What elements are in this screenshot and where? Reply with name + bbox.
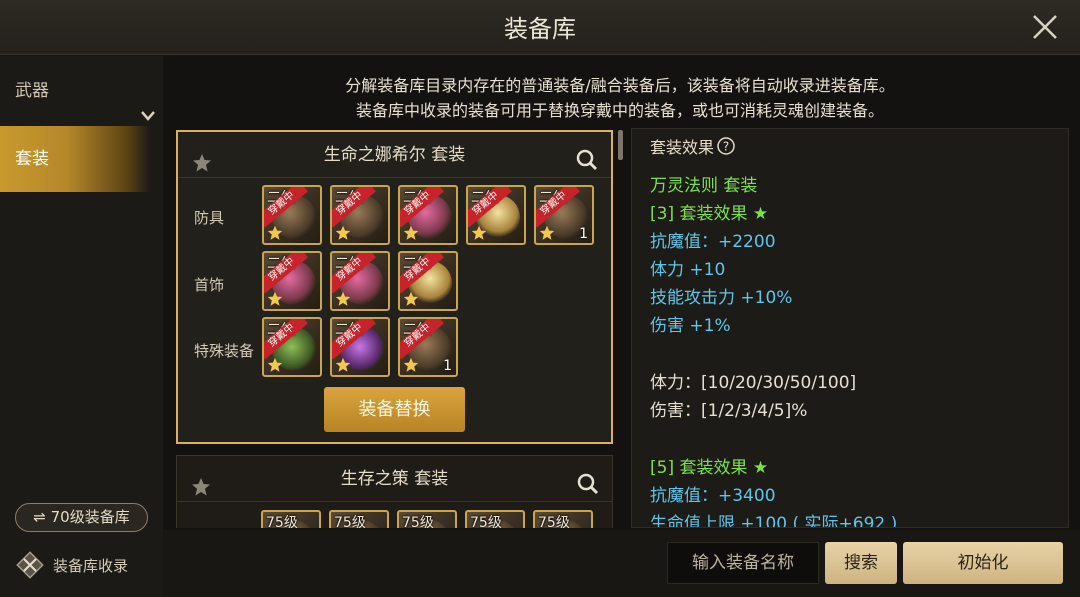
svg-text:?: ?	[723, 140, 729, 154]
set-card[interactable]: 生存之策 套装 75级 75级 75级 75级 75级	[176, 455, 613, 528]
search-icon[interactable]	[575, 144, 599, 190]
equipment-slot[interactable]: 二级穿戴中	[330, 251, 390, 311]
equip-swap-button[interactable]: 装备替换	[324, 387, 465, 432]
window-title: 装备库	[504, 15, 576, 43]
sidebar-item-set[interactable]: 套装	[0, 126, 150, 192]
stat-line: 抗魔值：+3400	[650, 486, 776, 506]
set-list[interactable]: 生命之娜希尔 套装 防具 首饰 特殊装备 二级穿戴中 二级穿戴中 二级穿戴中 二…	[168, 128, 623, 528]
sidebar-item-label: 武器	[15, 81, 49, 101]
equipment-slot[interactable]: 二级穿戴中1	[398, 317, 458, 377]
set-effect-panel[interactable]: 套装效果 ? 万灵法则 套装 [3] 套装效果 ★ 抗魔值：+2200 体力 +…	[631, 128, 1069, 528]
stat-line: 生命值上限 +100 ( 实际+692 )	[650, 514, 898, 528]
search-button[interactable]: 搜索	[825, 542, 897, 584]
equipment-slot[interactable]: 二级穿戴中	[262, 317, 322, 377]
equipment-slot[interactable]: 二级穿戴中	[398, 185, 458, 245]
level-library-button[interactable]: ⇌ 70级装备库	[15, 503, 148, 532]
row-label-armor: 防具	[194, 209, 225, 227]
stat-line: 抗魔值：+2200	[650, 232, 776, 252]
stat-line: 伤害 +1%	[650, 316, 731, 336]
favorite-star-icon[interactable]	[191, 469, 211, 515]
scale-line: 伤害：[1/2/3/4/5]%	[650, 401, 808, 421]
set-card[interactable]: 生命之娜希尔 套装 防具 首饰 特殊装备 二级穿戴中 二级穿戴中 二级穿戴中 二…	[176, 130, 613, 444]
help-icon[interactable]: ?	[716, 136, 736, 156]
set-effect-header: 套装效果 ?	[650, 134, 736, 158]
collect-label: 装备库收录	[53, 556, 129, 575]
scale-line: 体力：[10/20/30/50/100]	[650, 373, 857, 393]
stat-line: 技能攻击力 +10%	[650, 288, 793, 308]
reset-button[interactable]: 初始化	[903, 542, 1063, 584]
set-name: 万灵法则 套装	[650, 176, 758, 196]
close-icon[interactable]	[1030, 12, 1060, 42]
equipment-slot[interactable]: 二级穿戴中	[262, 251, 322, 311]
tier5-header: [5] 套装效果 ★	[650, 458, 769, 478]
set-name: 生存之策 套装	[340, 469, 449, 489]
info-line-2: 装备库中收录的装备可用于替换穿戴中的装备，或也可消耗灵魂创建装备。	[355, 101, 884, 120]
title-bar: 装备库	[0, 0, 1080, 55]
search-input[interactable]: 输入装备名称	[667, 542, 819, 584]
list-scrollbar[interactable]	[618, 130, 623, 160]
info-line-1: 分解装备库目录内存在的普通装备/融合装备后，该装备将自动收录进装备库。	[345, 76, 895, 95]
row-label-special: 特殊装备	[194, 342, 255, 360]
equipment-slot[interactable]: 二级穿戴中	[330, 317, 390, 377]
equipment-slot[interactable]: 二级穿戴中	[398, 251, 458, 311]
collect-icon	[16, 551, 44, 579]
tier3-header: [3] 套装效果 ★	[650, 204, 769, 224]
sidebar-item-label: 套装	[15, 149, 49, 169]
equipment-slot[interactable]: 75级	[533, 510, 593, 528]
set-card-header: 生命之娜希尔 套装	[178, 132, 611, 178]
equipment-slot[interactable]: 75级	[261, 510, 321, 528]
equipment-slot[interactable]: 二级穿戴中1	[534, 185, 594, 245]
library-collect-button[interactable]: 装备库收录	[15, 548, 128, 582]
equipment-slot[interactable]: 75级	[329, 510, 389, 528]
set-card-header: 生存之策 套装	[177, 456, 612, 502]
equipment-slot[interactable]: 75级	[397, 510, 457, 528]
stat-line: 体力 +10	[650, 260, 726, 280]
equipment-slot[interactable]: 二级穿戴中	[262, 185, 322, 245]
equipment-slot[interactable]: 二级穿戴中	[466, 185, 526, 245]
set-name: 生命之娜希尔 套装	[323, 145, 466, 165]
search-icon[interactable]	[576, 468, 600, 514]
equipment-slot[interactable]: 75级	[465, 510, 525, 528]
equipment-slot[interactable]: 二级穿戴中	[330, 185, 390, 245]
favorite-star-icon[interactable]	[192, 145, 212, 191]
row-label-accessory: 首饰	[194, 276, 225, 294]
sidebar-item-weapon[interactable]: 武器	[0, 58, 163, 124]
